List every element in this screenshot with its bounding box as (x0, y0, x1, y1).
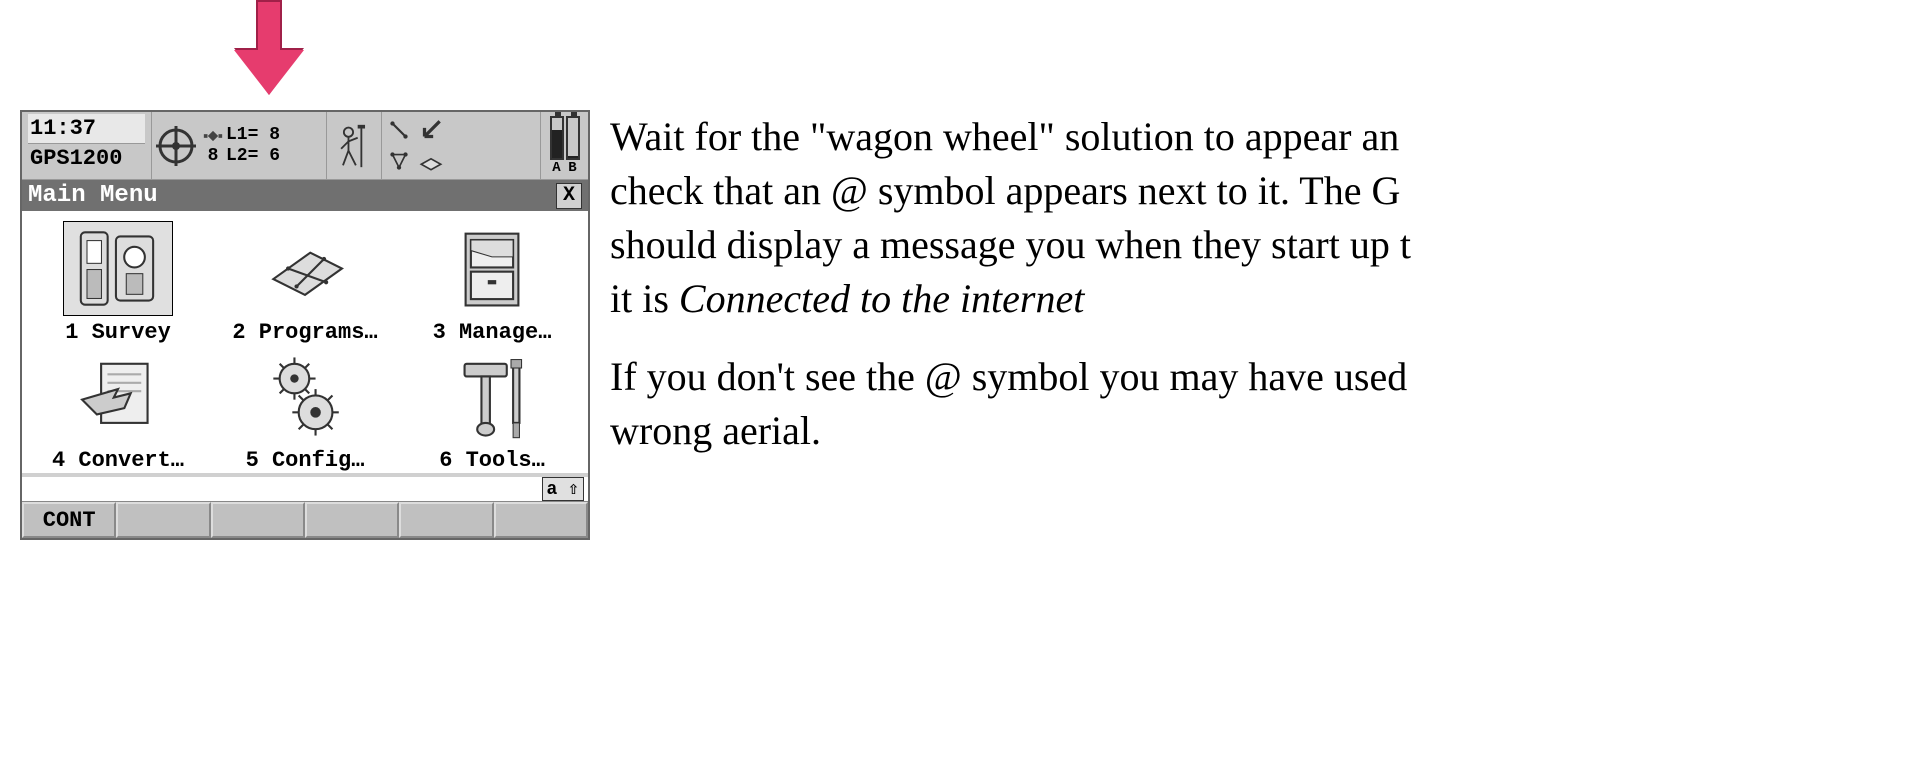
nodes-icon (386, 148, 412, 174)
menu-item-manage[interactable]: 3 Manage… (404, 221, 580, 345)
clock: 11:37 (28, 114, 145, 144)
p1-line4: it is (610, 276, 679, 321)
menu-item-survey[interactable]: 1 Survey (30, 221, 206, 345)
rover-mode (327, 112, 382, 179)
download-arrow-icon (418, 117, 444, 143)
softkey-f1[interactable]: CONT (22, 502, 116, 538)
link-icon (386, 117, 412, 143)
softkey-f2[interactable] (116, 502, 210, 538)
callout-arrow (234, 0, 314, 100)
convert-icon (63, 349, 173, 444)
battery-status: A B (540, 112, 588, 179)
p1-line2: check that an @ symbol appears next to i… (610, 168, 1400, 213)
survey-icon (63, 221, 173, 316)
instruction-text: Wait for the "wagon wheel" solution to a… (610, 110, 1892, 482)
p1-em: Connected to the internet (679, 276, 1084, 321)
card-icon (418, 148, 444, 174)
p2-line1: If you don't see the @ symbol you may ha… (610, 354, 1407, 399)
tools-icon (437, 349, 547, 444)
status-bar: 11:37 GPS1200 (22, 112, 588, 180)
rover-icon (335, 123, 373, 169)
satellite-icon (202, 125, 224, 147)
screen-title: Main Menu (28, 182, 556, 209)
menu-item-programs[interactable]: 2 Programs… (217, 221, 393, 345)
l2-count: L2= 6 (226, 147, 280, 167)
softkey-f6[interactable] (494, 502, 588, 538)
config-icon (250, 349, 360, 444)
l1-count: L1= 8 (226, 126, 280, 146)
gps-device-screen: 11:37 GPS1200 (20, 110, 590, 540)
tracked-count: 8 (202, 147, 224, 167)
wagon-wheel-icon (156, 126, 196, 166)
model-label: GPS1200 (28, 144, 145, 173)
p1-line1: Wait for the "wagon wheel" solution to a… (610, 114, 1399, 159)
softkey-f5[interactable] (399, 502, 493, 538)
battery-a-icon (550, 116, 564, 160)
manage-icon (437, 221, 547, 316)
p1-line3: should display a message you when they s… (610, 222, 1411, 267)
title-bar: Main Menu X (22, 180, 588, 211)
p2-line2: wrong aerial. (610, 408, 821, 453)
menu-item-convert[interactable]: 4 Convert… (30, 349, 206, 473)
close-button[interactable]: X (556, 183, 582, 209)
softkey-f3[interactable] (211, 502, 305, 538)
main-menu-grid: 1 Survey 2 Programs… (22, 211, 588, 473)
input-mode: a ⇧ (542, 477, 584, 501)
solution-status: L1= 8 8 L2= 6 (152, 112, 327, 179)
menu-item-tools[interactable]: 6 Tools… (404, 349, 580, 473)
softkey-f4[interactable] (305, 502, 399, 538)
menu-item-config[interactable]: 5 Config… (217, 349, 393, 473)
softkey-bar: CONT (22, 501, 588, 538)
programs-icon (250, 221, 360, 316)
battery-b-icon (566, 116, 580, 160)
